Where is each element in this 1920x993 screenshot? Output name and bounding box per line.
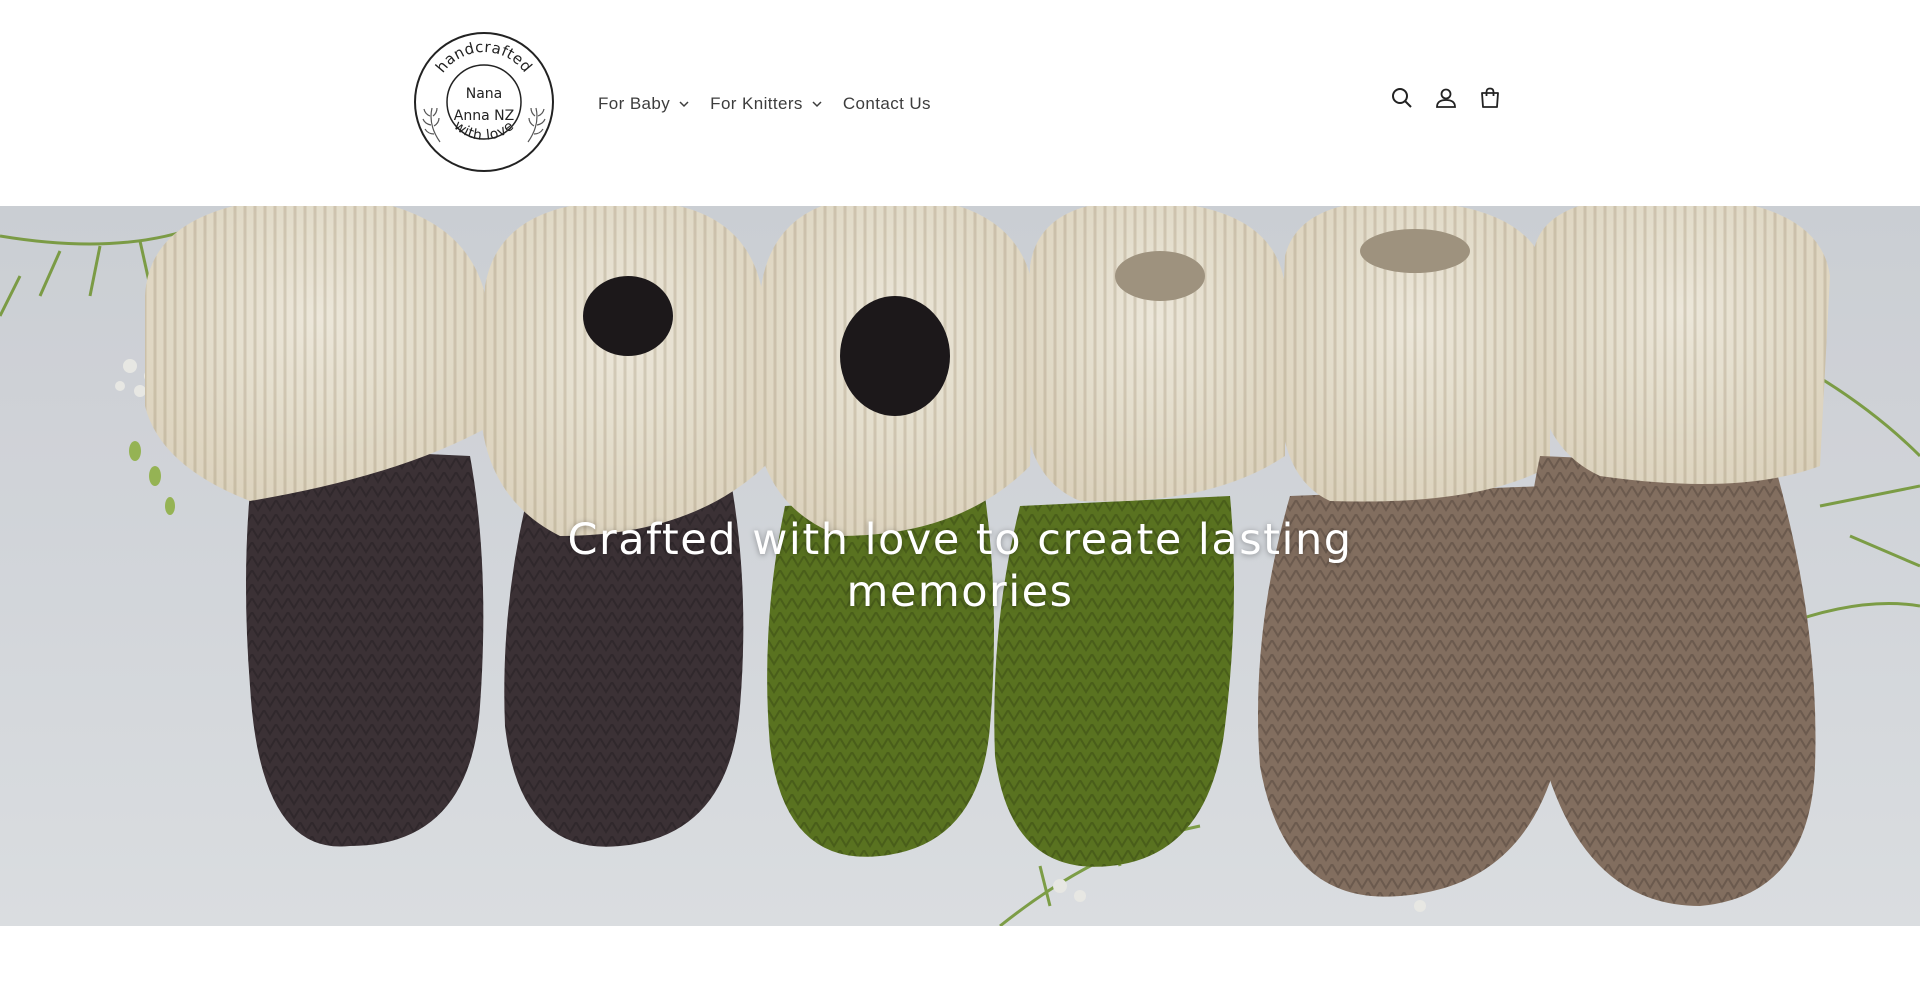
brand-logo[interactable]: handcrafted with love Nana Anna NZ: [412, 30, 556, 174]
cart-icon: [1481, 87, 1499, 108]
nav-item-contact-us[interactable]: Contact Us: [833, 90, 941, 118]
chevron-down-icon: [679, 101, 689, 108]
chevron-down-icon: [812, 101, 822, 108]
hero-banner: Crafted with love to create lasting memo…: [0, 206, 1920, 926]
logo-text-name-1: Nana: [466, 86, 503, 102]
cart-button[interactable]: [1476, 84, 1504, 112]
nav-item-label: For Baby: [598, 94, 671, 113]
logo-text-name-2: Anna NZ: [454, 108, 514, 124]
nav-item-for-knitters[interactable]: For Knitters: [700, 90, 833, 118]
header-icons: [1388, 84, 1504, 112]
search-button[interactable]: [1388, 84, 1416, 112]
nav-item-label: For Knitters: [710, 94, 803, 113]
search-icon: [1392, 88, 1412, 108]
hero-title: Crafted with love to create lasting memo…: [567, 515, 1353, 617]
nav-item-label: Contact Us: [842, 94, 931, 113]
nav-item-for-baby[interactable]: For Baby: [588, 90, 700, 118]
account-button[interactable]: [1432, 84, 1460, 112]
account-icon: [1436, 88, 1456, 108]
main-nav: For Baby For Knitters Contact Us: [588, 90, 941, 118]
site-header: handcrafted with love Nana Anna NZ For B…: [0, 0, 1920, 206]
